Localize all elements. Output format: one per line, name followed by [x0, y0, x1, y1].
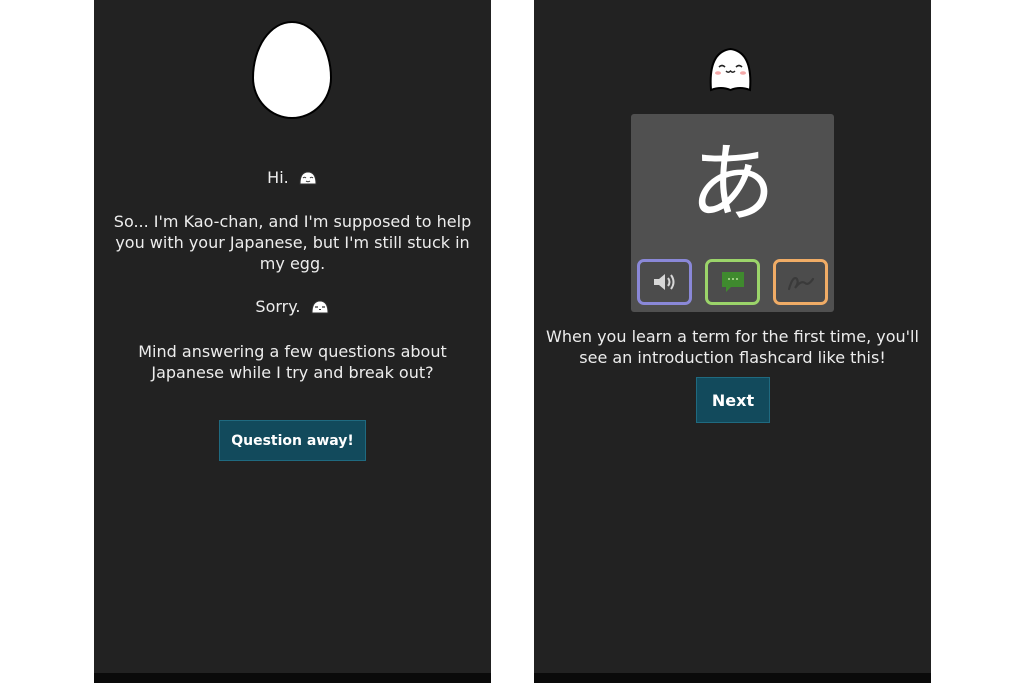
greeting-text: Hi.: [267, 168, 289, 187]
apology-text: Sorry.: [255, 297, 301, 316]
question-away-button[interactable]: Question away!: [219, 420, 366, 461]
sorry-face-icon: [311, 300, 329, 314]
kao-chan-mascot-icon: [709, 47, 752, 92]
introduction-flashcard: あ: [631, 114, 834, 312]
speaker-icon: [653, 274, 674, 290]
bottom-nav-bar: [534, 673, 931, 683]
bottom-nav-bar: [94, 673, 491, 683]
onboarding-screen-egg: Hi. So... I'm Kao-chan, and I'm supposed…: [94, 0, 491, 683]
meaning-option-button[interactable]: [705, 259, 760, 305]
egg-mascot: [252, 21, 332, 119]
pen-stroke-icon: [787, 277, 814, 291]
happy-face-icon: [299, 171, 317, 185]
intro-text: So... I'm Kao-chan, and I'm supposed to …: [113, 212, 472, 273]
apology-line: Sorry.: [106, 296, 479, 317]
greeting-line: Hi.: [106, 167, 479, 188]
onboarding-screen-flashcard: あ When you learn a term for the first ti…: [534, 0, 931, 683]
question-text: Mind answering a few questions about Jap…: [138, 342, 447, 382]
flashcard-caption: When you learn a term for the first time…: [546, 327, 919, 367]
flashcard-character: あ: [689, 134, 776, 234]
speech-bubble-icon: [721, 272, 744, 292]
audio-option-button[interactable]: [637, 259, 692, 305]
next-button[interactable]: Next: [696, 377, 770, 423]
writing-option-button[interactable]: [773, 259, 828, 305]
